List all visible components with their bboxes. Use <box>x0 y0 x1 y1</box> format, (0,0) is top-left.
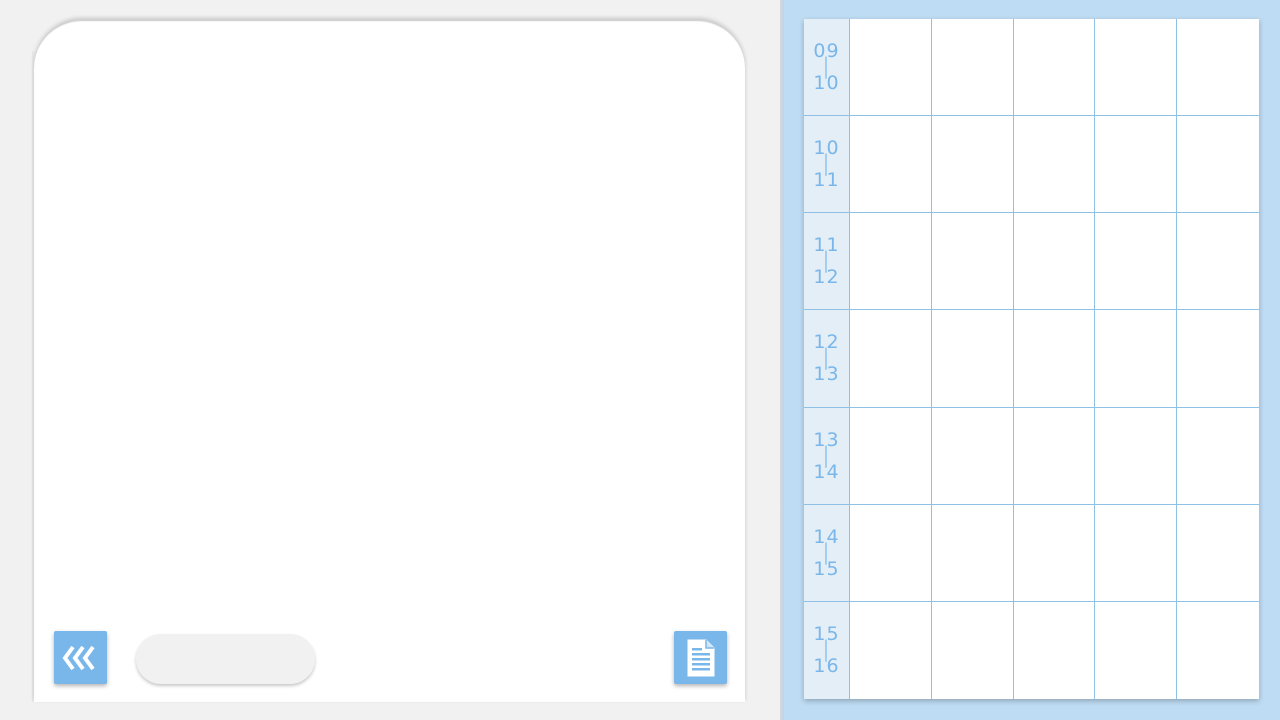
schedule-slot[interactable] <box>1177 602 1259 699</box>
time-label: 13 | 14 <box>804 407 850 505</box>
schedule-slot[interactable] <box>931 310 1014 408</box>
back-button[interactable] <box>54 631 107 684</box>
schedule-slot[interactable] <box>1095 19 1178 117</box>
schedule-slot[interactable] <box>1013 310 1096 408</box>
schedule-slot[interactable] <box>850 19 932 117</box>
time-label: 09 | 10 <box>804 19 850 117</box>
left-pane <box>0 0 780 720</box>
schedule-slot[interactable] <box>1095 213 1178 311</box>
content-card <box>32 20 745 702</box>
schedule-slot[interactable] <box>1177 505 1259 602</box>
name-field[interactable] <box>136 634 315 684</box>
schedule-slot[interactable] <box>850 407 932 505</box>
time-separator: | <box>823 54 830 80</box>
time-separator: | <box>823 442 830 469</box>
document-icon <box>687 639 714 676</box>
schedule-slot[interactable] <box>931 504 1014 602</box>
time-separator: | <box>823 539 830 566</box>
time-label: 15 | 16 <box>804 601 850 699</box>
schedule-slot[interactable] <box>1177 310 1259 408</box>
schedule-slot[interactable] <box>1095 407 1178 505</box>
time-separator: | <box>823 637 830 664</box>
schedule-slot[interactable] <box>1177 19 1259 117</box>
schedule-slot[interactable] <box>931 19 1014 117</box>
schedule-slot[interactable] <box>932 601 1014 699</box>
schedule-slot[interactable] <box>1013 19 1096 117</box>
schedule-slot[interactable] <box>931 407 1014 505</box>
schedule-slot[interactable] <box>1013 116 1096 214</box>
chevrons-left-icon <box>62 645 95 670</box>
schedule-grid: 09 | 10 10 | 11 11 | 12 12 | 13 13 | 14 14 | 15 15 | 16 <box>804 19 1259 699</box>
schedule-slot[interactable] <box>931 116 1014 214</box>
schedule-slot[interactable] <box>1177 213 1259 311</box>
schedule-slot[interactable] <box>1014 601 1096 699</box>
time-separator: | <box>823 151 830 178</box>
schedule-slot[interactable] <box>850 601 932 699</box>
schedule-slot[interactable] <box>850 310 932 408</box>
schedule-slot[interactable] <box>850 504 932 602</box>
schedule-slot[interactable] <box>1095 504 1178 602</box>
schedule-slot[interactable] <box>1013 213 1096 311</box>
time-label: 14 | 15 <box>804 504 850 602</box>
schedule-slot[interactable] <box>1177 116 1259 214</box>
schedule-slot[interactable] <box>1095 116 1178 214</box>
schedule-slot[interactable] <box>931 213 1014 311</box>
time-separator: | <box>823 248 830 275</box>
time-label: 10 | 11 <box>804 116 850 214</box>
schedule-slot[interactable] <box>1095 310 1178 408</box>
schedule-slot[interactable] <box>850 116 932 214</box>
time-separator: | <box>823 345 830 372</box>
schedule-slot[interactable] <box>1013 504 1096 602</box>
schedule-slot[interactable] <box>1013 407 1096 505</box>
time-label: 11 | 12 <box>804 213 850 311</box>
time-label: 12 | 13 <box>804 310 850 408</box>
schedule-slot[interactable] <box>850 213 932 311</box>
schedule-slot[interactable] <box>1177 408 1259 505</box>
schedule-slot[interactable] <box>1095 601 1178 699</box>
notes-button[interactable] <box>674 631 727 684</box>
